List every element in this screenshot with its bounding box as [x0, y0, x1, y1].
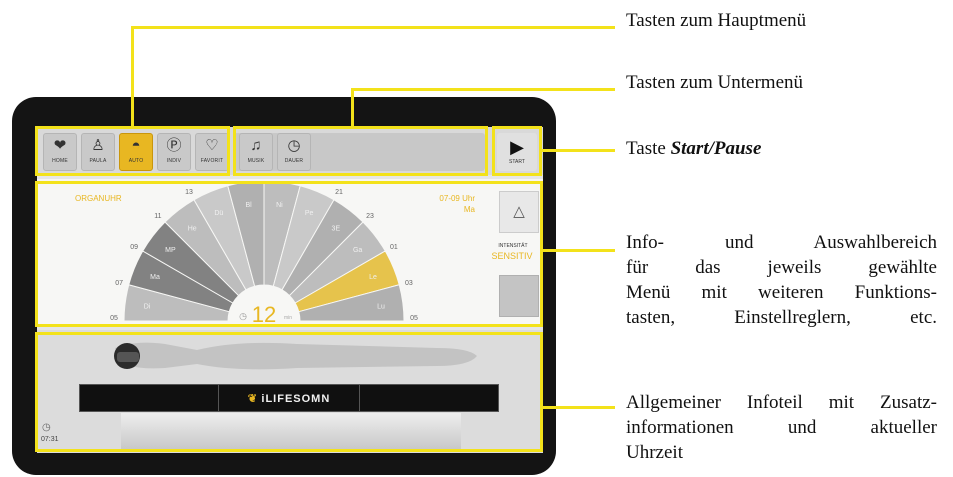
- main-menu-highlight: [35, 126, 230, 176]
- info-area-highlight: [35, 181, 543, 327]
- sub-menu-highlight: [233, 126, 488, 176]
- callout-start: Taste Start/Pause: [626, 136, 761, 161]
- leader-main-horizontal: [131, 26, 615, 29]
- leader-main-vertical: [131, 26, 134, 127]
- leader-general: [543, 406, 615, 409]
- leader-sub-vertical: [351, 88, 354, 127]
- callout-general-line-3: Uhrzeit: [626, 442, 683, 463]
- callout-general: Allgemeiner Infoteil mit Zusatz- informa…: [626, 390, 937, 465]
- start-highlight: [492, 126, 542, 176]
- leader-start: [542, 149, 615, 152]
- callout-info-line-1: Info- und Auswahlbereich: [626, 232, 937, 253]
- callout-start-prefix: Taste: [626, 138, 671, 159]
- callout-info-line-3: Menü mit weiteren Funktions-: [626, 282, 937, 303]
- leader-info: [543, 249, 615, 252]
- callout-info: Info- und Auswahlbereich für das jeweils…: [626, 230, 937, 330]
- callout-info-line-4: tasten, Einstellreglern, etc.: [626, 307, 937, 328]
- callout-main-menu: Tasten zum Hauptmenü: [626, 10, 807, 31]
- callout-start-emph: Start/Pause: [670, 138, 762, 159]
- leader-sub-horizontal: [351, 88, 615, 91]
- callout-info-line-2: für das jeweils gewählte: [626, 257, 937, 278]
- callout-sub-menu: Tasten zum Untermenü: [626, 72, 804, 93]
- general-info-highlight: [35, 332, 543, 452]
- callout-general-line-1: Allgemeiner Infoteil mit Zusatz-: [626, 392, 937, 413]
- callout-general-line-2: informationen und aktueller: [626, 417, 937, 438]
